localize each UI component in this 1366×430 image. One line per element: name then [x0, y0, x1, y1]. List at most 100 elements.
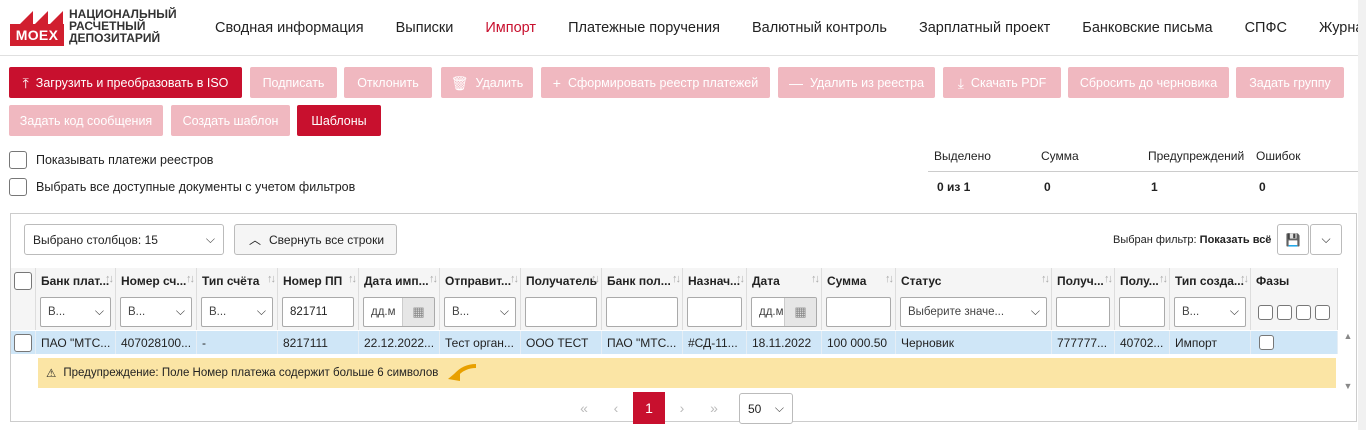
row-checkbox[interactable]	[14, 333, 32, 352]
table-cell[interactable]: 40702...	[1115, 331, 1170, 354]
account-filter[interactable]: В... ⌵	[120, 297, 192, 327]
nav-import[interactable]: Импорт	[485, 20, 536, 36]
col-import-date[interactable]: Дата имп... ↑↓	[359, 268, 440, 294]
sender-filter[interactable]: В... ⌵	[444, 297, 516, 327]
collapse-rows-button[interactable]: ︿ Свернуть все строки	[234, 224, 397, 255]
col-sender[interactable]: Отправит... ↑↓	[440, 268, 521, 294]
col-creation-type[interactable]: Тип созда... ↑↓	[1170, 268, 1251, 294]
table-cell[interactable]: ПАО "МТС...	[602, 331, 683, 354]
phase-filter-checkbox[interactable]	[1258, 305, 1273, 320]
scroll-up-icon[interactable]: ▲	[1340, 331, 1356, 341]
col-account-type[interactable]: Тип счёта ↑↓	[197, 268, 278, 294]
nav-salary-project[interactable]: Зарплатный проект	[919, 20, 1050, 36]
delete-button[interactable]: 🗑 Удалить	[441, 67, 533, 98]
recipient-filter[interactable]	[525, 297, 597, 327]
table-cell[interactable]: 22.12.2022...	[359, 331, 440, 354]
col-date[interactable]: Дата ↑↓	[747, 268, 822, 294]
table-cell[interactable]: ПАО "МТС...	[36, 331, 116, 354]
chevron-up-icon: ︿	[249, 233, 262, 247]
prev-page-icon[interactable]: ‹	[600, 392, 632, 424]
table-cell[interactable]: 18.11.2022	[747, 331, 822, 354]
nav-currency-control[interactable]: Валютный контроль	[752, 20, 887, 36]
sign-button[interactable]: Подписать	[250, 67, 337, 98]
create-template-button[interactable]: Создать шаблон	[171, 105, 290, 136]
calendar-icon[interactable]: ▦	[402, 298, 434, 326]
save-filter-button[interactable]: 💾	[1277, 224, 1309, 255]
purpose-filter[interactable]	[687, 297, 742, 327]
col-recipient-account[interactable]: Полу... ↑↓	[1115, 268, 1170, 294]
col-recipient[interactable]: Получатель ↑↓	[521, 268, 602, 294]
set-group-button[interactable]: Задать группу	[1236, 67, 1344, 98]
header-select-all	[11, 268, 36, 294]
header-checkbox[interactable]	[14, 272, 32, 290]
next-page-icon[interactable]: ›	[666, 392, 698, 424]
col-recipient-2[interactable]: Получ... ↑↓	[1052, 268, 1115, 294]
select-all-checkbox[interactable]	[9, 178, 27, 196]
nav-spfs[interactable]: СПФС	[1245, 20, 1287, 36]
col-purpose[interactable]: Назнач... ↑↓	[683, 268, 747, 294]
show-registry-checkbox[interactable]	[9, 151, 27, 169]
table-cell[interactable]: 407028100...	[116, 331, 197, 354]
account-type-filter[interactable]: В... ⌵	[201, 297, 273, 327]
phase-filter-checkbox[interactable]	[1277, 305, 1292, 320]
set-message-code-button[interactable]: Задать код сообщения	[9, 105, 163, 136]
remove-registry-button[interactable]: — Удалить из реестра	[778, 67, 935, 98]
first-page-icon[interactable]: «	[568, 392, 600, 424]
amount-filter[interactable]	[826, 297, 891, 327]
grid-scrollbar[interactable]: ▲ ▼	[1340, 331, 1356, 391]
payer-bank-filter[interactable]: В... ⌵	[40, 297, 111, 327]
nav-statements[interactable]: Выписки	[396, 20, 454, 36]
trash-icon: 🗑	[450, 74, 469, 91]
col-payer-bank[interactable]: Банк плат... ↑↓	[36, 268, 116, 294]
table-cell[interactable]: 8217111	[278, 331, 359, 354]
table-cell[interactable]: -	[197, 331, 278, 354]
col-account-number[interactable]: Номер сч... ↑↓	[116, 268, 197, 294]
scroll-down-icon[interactable]: ▼	[1340, 381, 1356, 391]
table-cell[interactable]: Тест орган...	[440, 331, 521, 354]
table-cell[interactable]: Черновик	[896, 331, 1052, 354]
phase-filter-checkbox[interactable]	[1296, 305, 1311, 320]
calendar-icon[interactable]: ▦	[784, 298, 816, 326]
form-registry-button[interactable]: + Сформировать реестр платежей	[541, 67, 770, 98]
filter-indicator: Выбран фильтр: Показать всё	[1113, 234, 1272, 246]
filter-cell: Выберите значе... ⌵	[896, 294, 1052, 330]
col-phases[interactable]: Фазы	[1251, 268, 1338, 294]
templates-button[interactable]: Шаблоны	[297, 105, 381, 136]
reset-draft-button[interactable]: Сбросить до черновика	[1068, 67, 1229, 98]
table-cell[interactable]: 777777...	[1052, 331, 1115, 354]
phase-filter-checkbox[interactable]	[1315, 305, 1330, 320]
moex-logo[interactable]: MOEX НАЦИОНАЛЬНЫЙ РАСЧЕТНЫЙ ДЕПОЗИТАРИЙ	[10, 8, 185, 46]
import-date-filter[interactable]: дд.м ▦	[363, 297, 435, 327]
nav-payment-orders[interactable]: Платежные поручения	[568, 20, 720, 36]
recipient-2-filter[interactable]	[1056, 297, 1110, 327]
page-size-select[interactable]: 50 ⌵	[739, 393, 793, 424]
recipient-account-filter[interactable]	[1119, 297, 1165, 327]
status-filter[interactable]: Выберите значе... ⌵	[900, 297, 1047, 327]
phase-checkbox[interactable]	[1259, 335, 1274, 350]
date-filter[interactable]: дд.м ▦	[751, 297, 817, 327]
pp-number-filter[interactable]: 821711	[282, 297, 354, 327]
filter-dropdown-button[interactable]: ⌵	[1310, 224, 1342, 255]
table-cell[interactable]: #СД-11...	[683, 331, 747, 354]
col-recipient-bank[interactable]: Банк пол... ↑↓	[602, 268, 683, 294]
download-pdf-button[interactable]: ⤓ Скачать PDF	[943, 67, 1061, 98]
columns-select[interactable]: Выбрано столбцов: 15 ⌵	[24, 224, 224, 255]
upload-icon: ⤒	[22, 74, 29, 91]
nav-bank-letters[interactable]: Банковские письма	[1082, 20, 1212, 36]
creation-type-filter[interactable]: В... ⌵	[1174, 297, 1246, 327]
recipient-bank-filter[interactable]	[606, 297, 678, 327]
table-cell[interactable]: ООО ТЕСТ	[521, 331, 602, 354]
nav-summary[interactable]: Сводная информация	[215, 20, 364, 36]
table-cell[interactable]: 100 000.50	[822, 331, 896, 354]
reject-button[interactable]: Отклонить	[344, 67, 432, 98]
stat-warnings-label: Предупреждений	[1148, 149, 1245, 163]
page-scrollbar[interactable]	[1358, 0, 1366, 430]
table-cell[interactable]: Импорт	[1170, 331, 1251, 354]
stat-warnings-value: 1	[1151, 180, 1158, 194]
col-amount[interactable]: Сумма ↑↓	[822, 268, 896, 294]
last-page-icon[interactable]: »	[698, 392, 730, 424]
page-button-1[interactable]: 1	[633, 392, 665, 424]
col-status[interactable]: Статус ↑↓	[896, 268, 1052, 294]
upload-iso-button[interactable]: ⤒ Загрузить и преобразовать в ISO	[9, 67, 242, 98]
col-pp-number[interactable]: Номер ПП ↑↓	[278, 268, 359, 294]
